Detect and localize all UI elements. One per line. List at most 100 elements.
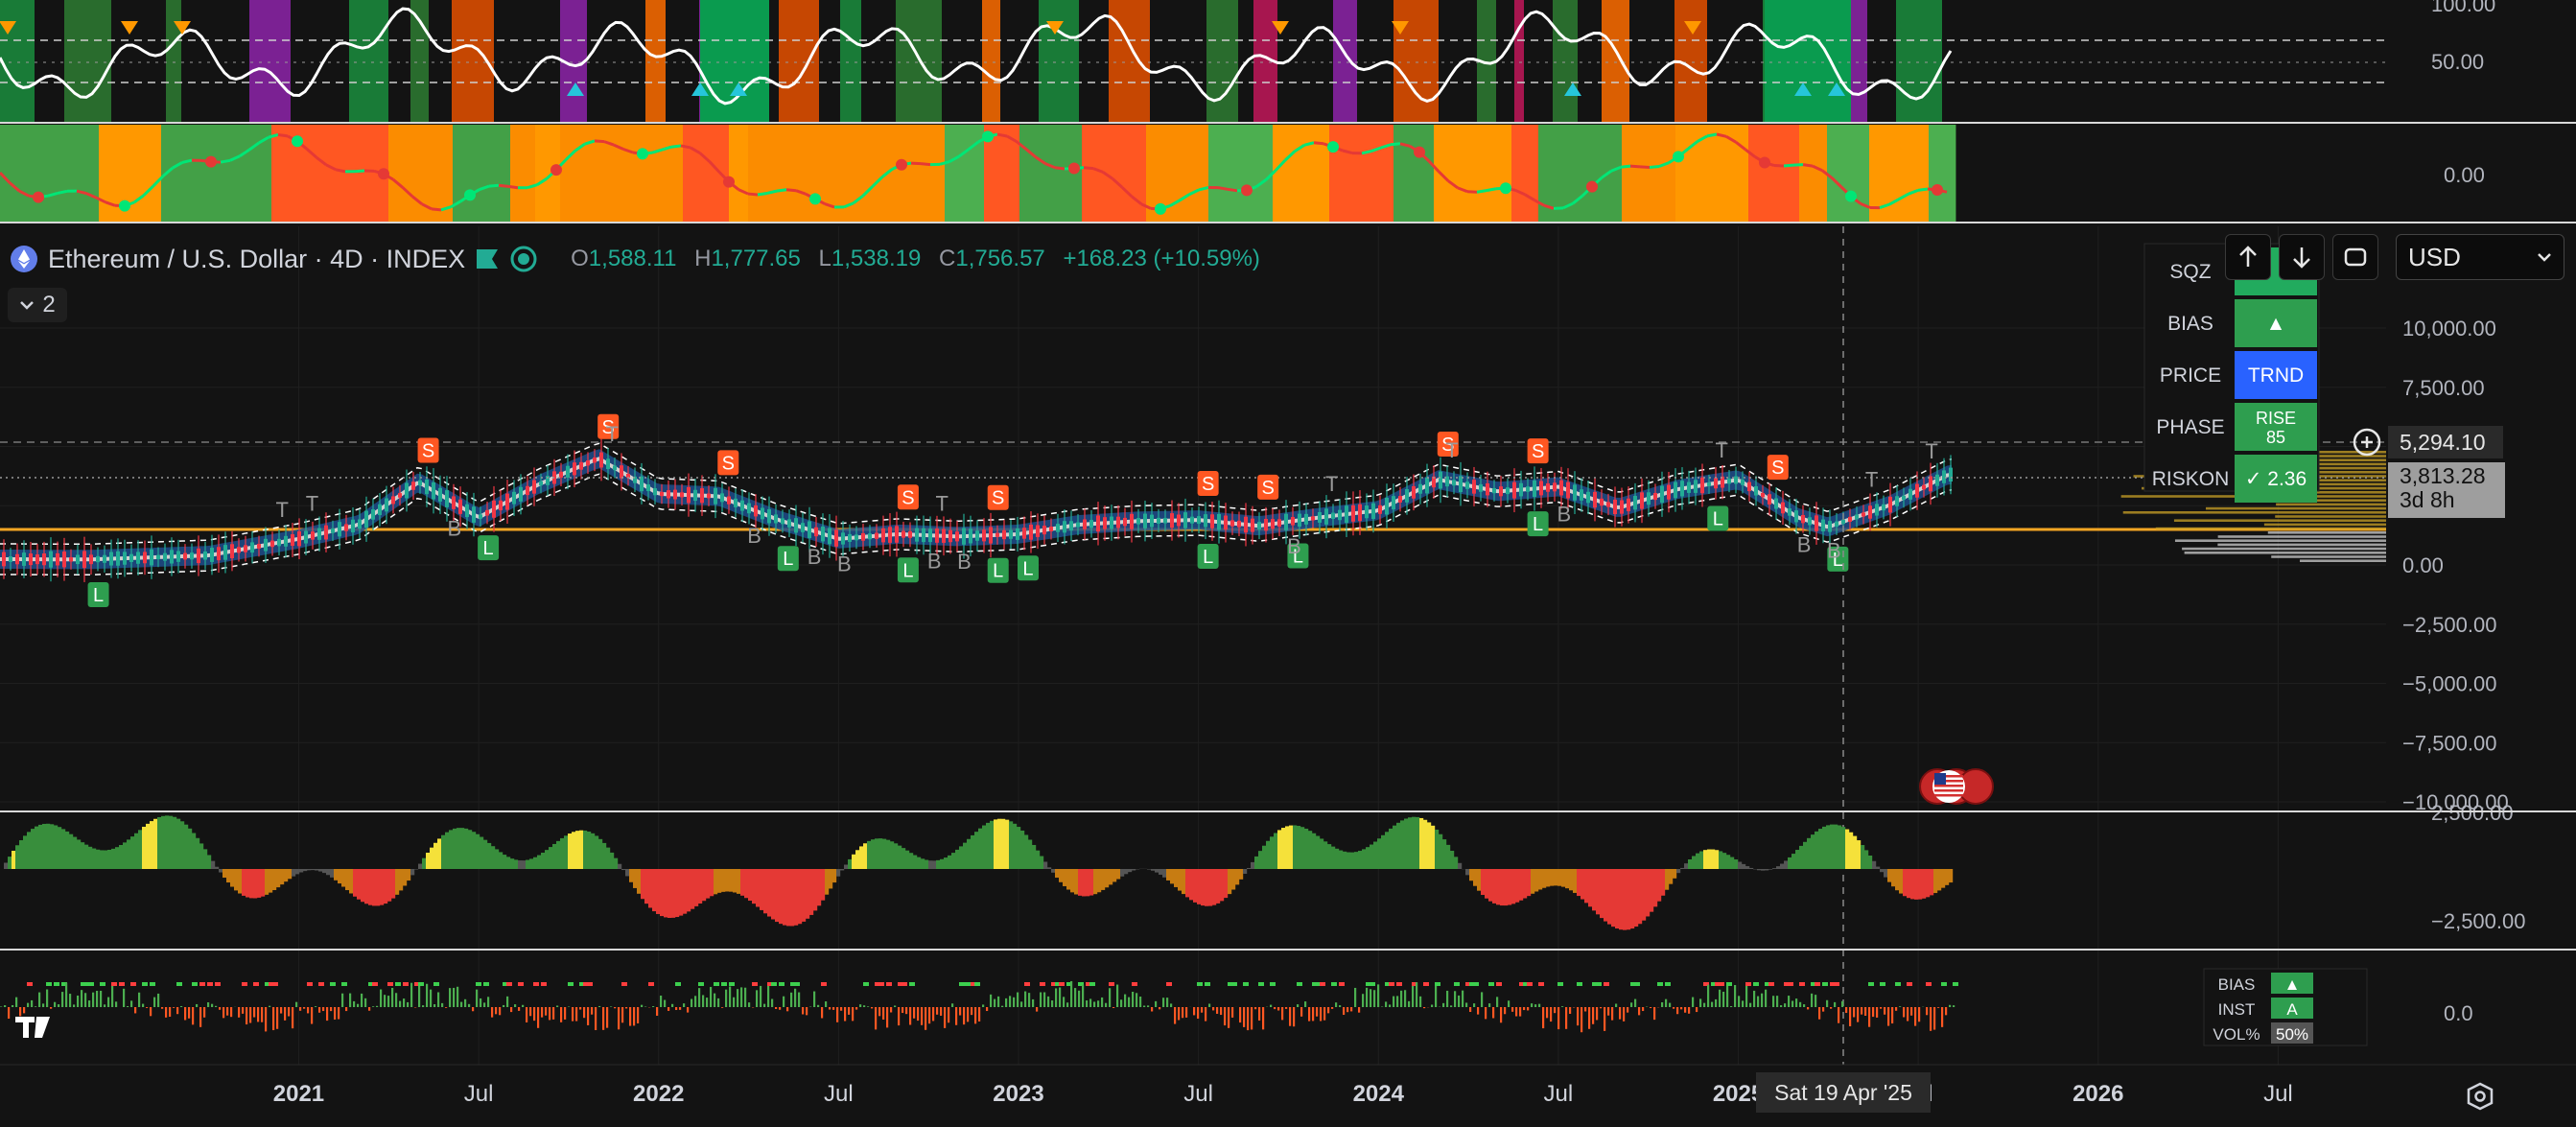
volume-dot [1473,982,1479,986]
momentum-bar [1623,869,1627,930]
volume-dot [1822,982,1828,986]
candle-body [1338,510,1342,521]
momentum-bar [272,869,276,890]
candle-body [640,477,644,491]
volume-histogram-bar [1320,1007,1322,1021]
long-signal-label: L [783,549,793,570]
volume-histogram-bar [556,1005,558,1007]
momentum-bar [230,869,234,887]
volume-histogram-bar [1910,1007,1912,1016]
volume-histogram-bar [1761,994,1763,1007]
momentum-bar [19,840,23,869]
settings-gear-icon[interactable] [2469,1084,2492,1109]
volume-dot [1868,982,1874,986]
momentum-bar [1730,857,1734,869]
volume-histogram-bar [687,1007,689,1013]
volume-histogram-bar [1028,993,1030,1007]
momentum-bar [683,869,687,914]
momentum-bar [955,850,959,869]
volume-histogram-bar [959,1007,961,1016]
momentum-bar [8,857,12,869]
momentum-bar [280,869,284,884]
momentum-bar [821,869,825,901]
volume-histogram-bar [825,1001,827,1007]
momentum-bar [476,834,480,869]
momentum-bar [169,816,173,869]
trend-dot [378,168,389,179]
trend-band [1393,125,1434,223]
momentum-bar [184,825,188,869]
momentum-bar [986,823,990,869]
volume-histogram-bar [806,1007,808,1015]
flag-icon[interactable] [475,247,500,270]
momentum-bar [671,869,675,918]
momentum-bar [648,869,652,907]
volume-histogram-bar [802,1007,804,1015]
momentum-bar [150,821,153,869]
momentum-bar [714,869,717,894]
candle-body [1727,479,1731,484]
volume-profile-bar [2275,515,2386,518]
volume-histogram-bar [1201,1007,1203,1013]
momentum-bar [1396,823,1400,869]
candle-body [425,480,429,494]
volume-histogram-bar [480,998,481,1007]
candle-body [1680,481,1684,496]
volume-profile-bar [2264,524,2386,527]
momentum-bar [284,869,288,881]
indicators-collapse-button[interactable]: 2 [8,288,67,322]
volume-histogram-bar [1086,1000,1088,1007]
settings-gear-hub [2476,1092,2485,1101]
volume-dot [621,982,627,986]
candle-body [1573,484,1577,500]
volume-dot [1370,982,1375,986]
trend-band [453,125,510,223]
oscillator-band [1333,0,1357,123]
volume-histogram-bar [1389,1004,1391,1007]
dashboard-value-bias: ▲ [2266,313,2286,335]
maximize-pane-button[interactable] [2332,234,2378,280]
momentum-bar [1596,869,1600,914]
volume-histogram-bar [226,1007,228,1016]
trend-dot [1414,147,1425,158]
candle-body [539,481,543,485]
move-down-button[interactable] [2279,234,2325,280]
volume-dot [1815,982,1820,986]
tradingview-logo-icon[interactable] [15,1017,50,1038]
candle-body [902,531,905,538]
chart-canvas[interactable]: 100.0050.00 0.00 SSSSSSSSSSSLLLLLLLLLLLT… [0,0,2576,1122]
volume-dot [1895,982,1901,986]
momentum-bar [917,857,921,869]
volume-histogram-bar [1377,984,1379,1007]
oscillator-band [1602,0,1629,123]
oscillator-band [1514,0,1524,123]
candle-body [499,501,503,510]
trend-band [1622,125,1675,223]
momentum-bar [1293,825,1297,869]
momentum-bar [1370,845,1373,869]
volume-histogram-bar [165,1007,167,1018]
volume-histogram-bar [61,992,63,1007]
momentum-bar [261,869,265,897]
volume-histogram-bar [1776,996,1778,1007]
bottom-marker: B [1827,538,1841,562]
visibility-toggle-icon[interactable] [509,245,538,273]
last-price: 3,813.28 [2400,464,2494,488]
chart-stage[interactable]: 100.0050.00 0.00 SSSSSSSSSSSLLLLLLLLLLLT… [0,0,2576,1122]
volume-histogram-bar [1254,1007,1256,1009]
currency-select[interactable]: USD [2396,234,2564,280]
momentum-bar [1523,869,1527,899]
candle-body [297,531,301,546]
top-marker: T [1716,438,1728,462]
top-marker: T [935,492,948,516]
momentum-bar [1212,869,1216,905]
volume-histogram-bar [35,1006,36,1007]
momentum-bar [1745,866,1749,869]
volume-histogram-bar [714,994,715,1007]
candle-body [915,528,919,542]
candle-body [1768,494,1771,505]
momentum-bar [583,831,587,869]
volume-histogram-bar [173,1007,175,1008]
move-up-button[interactable] [2225,234,2271,280]
trend-line-segment [58,191,67,193]
